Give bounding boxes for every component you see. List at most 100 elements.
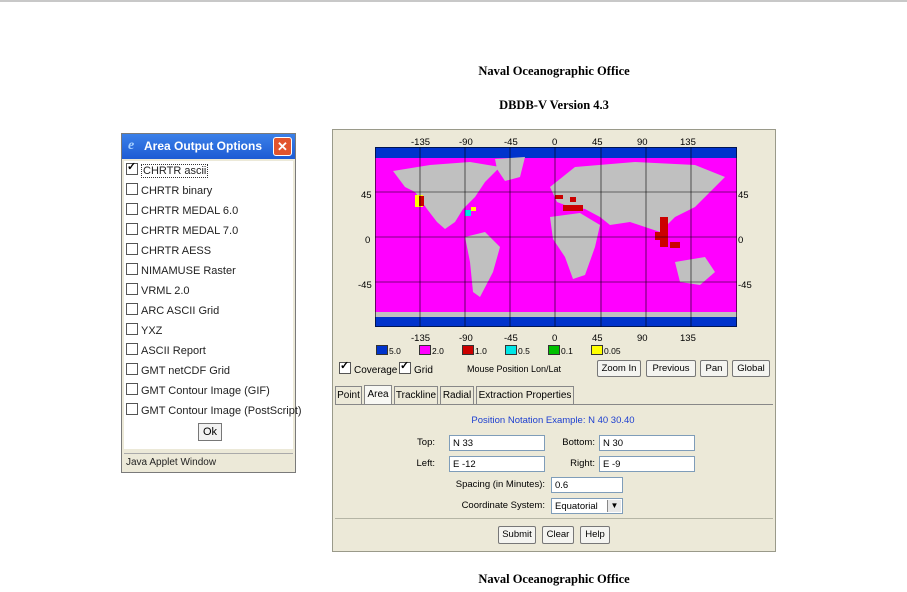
legend-label: 2.0 <box>432 346 444 356</box>
option-yxz[interactable]: YXZ <box>126 323 162 339</box>
lon-label-bottom: -135 <box>411 333 431 344</box>
top-border <box>0 0 907 2</box>
tab-extraction-properties[interactable]: Extraction Properties <box>476 386 574 404</box>
checkbox-icon[interactable] <box>126 403 138 415</box>
chevron-down-icon[interactable]: ▼ <box>607 500 621 512</box>
option-chrtr-medal-6[interactable]: CHRTR MEDAL 6.0 <box>126 203 238 219</box>
checkbox-checked-icon[interactable] <box>126 160 138 175</box>
checkbox-checked-icon[interactable] <box>339 359 351 374</box>
dbdbv-applet: -135 -90 -45 0 45 90 135 45 0 -45 45 0 -… <box>332 129 776 552</box>
option-gmt-contour-ps[interactable]: GMT Contour Image (PostScript) <box>126 403 302 419</box>
checkbox-icon[interactable] <box>126 383 138 395</box>
window-titlebar[interactable]: e Area Output Options ✕ <box>122 134 295 159</box>
checkbox-icon[interactable] <box>126 263 138 275</box>
options-list: CHRTR ascii CHRTR binary CHRTR MEDAL 6.0… <box>124 160 302 449</box>
help-button[interactable]: Help <box>580 526 610 544</box>
lon-label-bottom: 90 <box>637 333 648 344</box>
option-label: ARC ASCII Grid <box>141 305 220 317</box>
previous-button[interactable]: Previous <box>646 360 696 377</box>
tab-radial[interactable]: Radial <box>440 386 474 404</box>
coverage-checkbox[interactable]: Coverage <box>339 359 398 376</box>
page-subtitle: DBDB-V Version 4.3 <box>499 98 609 112</box>
checkbox-icon[interactable] <box>126 203 138 215</box>
lon-label-bottom: 135 <box>680 333 696 344</box>
right-input[interactable]: E -9 <box>599 456 695 472</box>
checkbox-icon[interactable] <box>126 303 138 315</box>
legend-item: 0.5 <box>505 345 530 356</box>
lat-label-right: 45 <box>738 190 749 201</box>
tab-trackline[interactable]: Trackline <box>394 386 438 404</box>
top-input[interactable]: N 33 <box>449 435 545 451</box>
top-label: Top: <box>417 437 435 448</box>
bottom-label: Bottom: <box>562 437 595 448</box>
window-title: Area Output Options <box>144 139 262 153</box>
option-chrtr-ascii[interactable]: CHRTR ascii <box>126 160 209 179</box>
option-ascii-report[interactable]: ASCII Report <box>126 343 206 359</box>
option-nimamuse-raster[interactable]: NIMAMUSE Raster <box>126 263 236 279</box>
submit-button[interactable]: Submit <box>498 526 536 544</box>
option-vrml[interactable]: VRML 2.0 <box>126 283 190 299</box>
legend-label: 5.0 <box>389 346 401 356</box>
coord-system-select[interactable]: Equatorial ▼ <box>551 498 623 514</box>
option-label: GMT Contour Image (GIF) <box>141 385 270 397</box>
legend-label: 0.1 <box>561 346 573 356</box>
lat-label-left: 0 <box>365 235 371 246</box>
window-status-bar: Java Applet Window <box>124 453 293 471</box>
checkbox-icon[interactable] <box>126 183 138 195</box>
global-button[interactable]: Global <box>732 360 770 377</box>
checkbox-icon[interactable] <box>126 243 138 255</box>
checkbox-checked-icon[interactable] <box>399 359 411 374</box>
close-icon[interactable]: ✕ <box>273 137 292 156</box>
tab-area[interactable]: Area <box>364 385 392 404</box>
mouse-position-readout: Mouse Position Lon/Lat <box>467 364 562 374</box>
option-label: YXZ <box>141 325 163 337</box>
legend-item: 0.1 <box>548 345 573 356</box>
checkbox-icon[interactable] <box>126 323 138 335</box>
coverage-label: Coverage <box>354 365 398 376</box>
zoom-in-button[interactable]: Zoom In <box>597 360 641 377</box>
legend-item: 5.0 <box>376 345 401 356</box>
ok-button[interactable]: Ok <box>198 423 222 441</box>
ie-icon: e <box>128 138 135 153</box>
legend-swatch <box>548 345 560 355</box>
grid-checkbox[interactable]: Grid <box>399 359 433 376</box>
left-input[interactable]: E -12 <box>449 456 545 472</box>
option-chrtr-binary[interactable]: CHRTR binary <box>126 183 212 199</box>
legend-label: 1.0 <box>475 346 487 356</box>
notation-example: Position Notation Example: N 40 30.40 <box>471 415 635 426</box>
legend-swatch <box>462 345 474 355</box>
left-label: Left: <box>416 458 436 469</box>
page-footer: Naval Oceanographic Office <box>478 572 630 586</box>
option-gmt-netcdf-grid[interactable]: GMT netCDF Grid <box>126 363 230 379</box>
option-gmt-contour-gif[interactable]: GMT Contour Image (GIF) <box>126 383 270 399</box>
option-label: CHRTR ascii <box>141 164 209 178</box>
legend-label: 0.05 <box>604 346 621 356</box>
legend-item: 2.0 <box>419 345 444 356</box>
grid-label: Grid <box>414 365 433 376</box>
pan-button[interactable]: Pan <box>700 360 728 377</box>
checkbox-icon[interactable] <box>126 343 138 355</box>
bottom-input[interactable]: N 30 <box>599 435 695 451</box>
checkbox-icon[interactable] <box>126 363 138 375</box>
option-arc-ascii-grid[interactable]: ARC ASCII Grid <box>126 303 219 319</box>
tab-point[interactable]: Point <box>335 386 362 404</box>
world-coverage-map[interactable] <box>375 147 737 327</box>
option-label: VRML 2.0 <box>141 285 190 297</box>
checkbox-icon[interactable] <box>126 223 138 235</box>
spacing-input[interactable]: 0.6 <box>551 477 623 493</box>
area-output-options-window: e Area Output Options ✕ CHRTR ascii CHRT… <box>121 133 302 473</box>
option-label: CHRTR MEDAL 7.0 <box>141 225 239 237</box>
lon-label-bottom: -90 <box>459 333 473 344</box>
clear-button[interactable]: Clear <box>542 526 574 544</box>
legend-swatch <box>419 345 431 355</box>
option-chrtr-aess[interactable]: CHRTR AESS <box>126 243 211 259</box>
checkbox-icon[interactable] <box>126 283 138 295</box>
page-title: Naval Oceanographic Office <box>478 64 630 78</box>
option-label: GMT Contour Image (PostScript) <box>141 405 302 417</box>
lat-label-right: 0 <box>738 235 744 246</box>
option-label: NIMAMUSE Raster <box>141 265 236 277</box>
option-label: ASCII Report <box>141 345 206 357</box>
option-chrtr-medal-7[interactable]: CHRTR MEDAL 7.0 <box>126 223 238 239</box>
legend-item: 1.0 <box>462 345 487 356</box>
legend-swatch <box>591 345 603 355</box>
